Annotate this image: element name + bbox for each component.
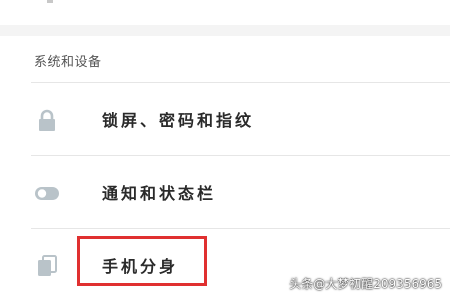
scroll-indicator xyxy=(47,0,53,3)
watermark: 头条@大梦初醒209356965 xyxy=(289,277,442,291)
toggle-icon xyxy=(34,182,60,204)
settings-item-lockscreen[interactable]: 锁屏、密码和指纹 xyxy=(0,83,450,155)
section-header: 系统和设备 xyxy=(0,36,450,82)
previous-section-card xyxy=(0,0,450,25)
settings-item-label: 通知和状态栏 xyxy=(102,184,217,203)
clone-icon xyxy=(34,255,60,277)
section-separator xyxy=(0,25,450,36)
highlight-box xyxy=(77,236,207,286)
settings-item-label: 锁屏、密码和指纹 xyxy=(102,111,255,130)
settings-item-notifications[interactable]: 通知和状态栏 xyxy=(0,156,450,228)
section-title: 系统和设备 xyxy=(34,55,102,70)
lock-icon xyxy=(34,109,60,131)
